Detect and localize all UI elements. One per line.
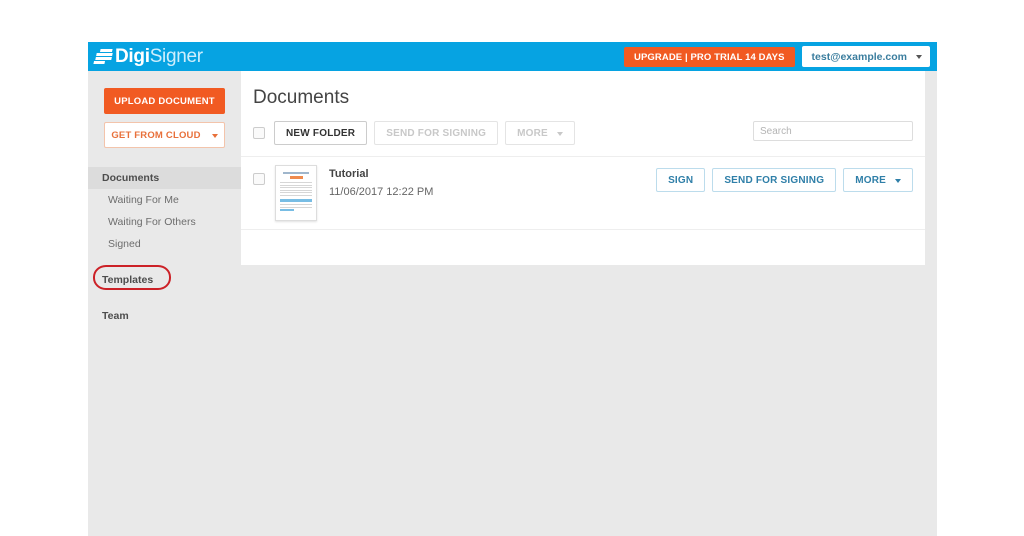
chevron-down-icon: [211, 133, 218, 138]
more-button-label: MORE: [517, 128, 548, 139]
document-list: Tutorial 11/06/2017 12:22 PM SIGN SEND F…: [241, 156, 925, 230]
sidebar-item-waiting-for-others[interactable]: Waiting For Others: [88, 211, 241, 233]
sidebar-item-signed[interactable]: Signed: [88, 233, 241, 255]
main-content-card: Documents NEW FOLDER SEND FOR SIGNING MO…: [241, 71, 925, 265]
sidebar: UPLOAD DOCUMENT GET FROM CLOUD Documents…: [88, 71, 241, 536]
send-for-signing-button: SEND FOR SIGNING: [374, 121, 499, 145]
document-date: 11/06/2017 12:22 PM: [329, 186, 434, 198]
upgrade-button[interactable]: UPGRADE | PRO TRIAL 14 DAYS: [624, 46, 795, 67]
get-from-cloud-label: GET FROM CLOUD: [111, 130, 201, 141]
chevron-down-icon: [895, 178, 901, 183]
more-button-label: MORE: [855, 175, 886, 186]
sidebar-item-label: Documents: [102, 172, 160, 184]
sidebar-item-label: Waiting For Me: [108, 194, 179, 206]
chevron-down-icon: [916, 55, 922, 59]
row-select-checkbox[interactable]: [253, 173, 265, 185]
document-meta: Tutorial 11/06/2017 12:22 PM: [329, 168, 433, 198]
application-window: DigiSigner UPGRADE | PRO TRIAL 14 DAYS t…: [88, 42, 937, 536]
header-actions: UPGRADE | PRO TRIAL 14 DAYS test@example…: [624, 46, 930, 67]
get-from-cloud-button[interactable]: GET FROM CLOUD: [104, 122, 225, 148]
digisigner-logo[interactable]: DigiSigner: [93, 47, 203, 66]
top-header-bar: DigiSigner UPGRADE | PRO TRIAL 14 DAYS t…: [88, 42, 937, 71]
logo-text-primary: Digi: [115, 46, 150, 67]
list-toolbar: NEW FOLDER SEND FOR SIGNING MORE: [241, 109, 925, 145]
digisigner-logo-icon: [93, 49, 113, 64]
sidebar-item-label: Team: [102, 310, 129, 322]
account-menu[interactable]: test@example.com: [801, 46, 930, 67]
select-all-checkbox[interactable]: [253, 127, 265, 139]
chevron-down-icon: [556, 131, 563, 136]
sign-button[interactable]: SIGN: [656, 168, 706, 192]
logo-text-secondary: Signer: [149, 46, 203, 67]
logo-text: DigiSigner: [115, 47, 203, 66]
sidebar-item-templates[interactable]: Templates: [88, 265, 241, 291]
upload-document-button[interactable]: UPLOAD DOCUMENT: [104, 88, 225, 114]
row-actions: SIGN SEND FOR SIGNING MORE: [656, 168, 913, 192]
new-folder-button[interactable]: NEW FOLDER: [274, 121, 368, 145]
send-for-signing-button[interactable]: SEND FOR SIGNING: [712, 168, 837, 192]
more-button: MORE: [505, 121, 575, 145]
search-input[interactable]: [753, 121, 913, 141]
sidebar-item-documents[interactable]: Documents: [88, 167, 241, 189]
sidebar-item-waiting-for-me[interactable]: Waiting For Me: [88, 189, 241, 211]
document-name[interactable]: Tutorial: [329, 168, 433, 180]
sidebar-nav: Documents Waiting For Me Waiting For Oth…: [88, 167, 241, 327]
table-row: Tutorial 11/06/2017 12:22 PM SIGN SEND F…: [241, 157, 925, 230]
sidebar-item-label: Signed: [108, 238, 141, 250]
document-thumbnail[interactable]: [275, 165, 317, 221]
sidebar-item-team[interactable]: Team: [88, 305, 241, 327]
sidebar-item-label: Templates: [102, 274, 154, 286]
more-button[interactable]: MORE: [843, 168, 913, 192]
account-email-label: test@example.com: [811, 51, 907, 63]
sidebar-item-label: Waiting For Others: [108, 216, 196, 228]
page-title: Documents: [253, 87, 350, 108]
